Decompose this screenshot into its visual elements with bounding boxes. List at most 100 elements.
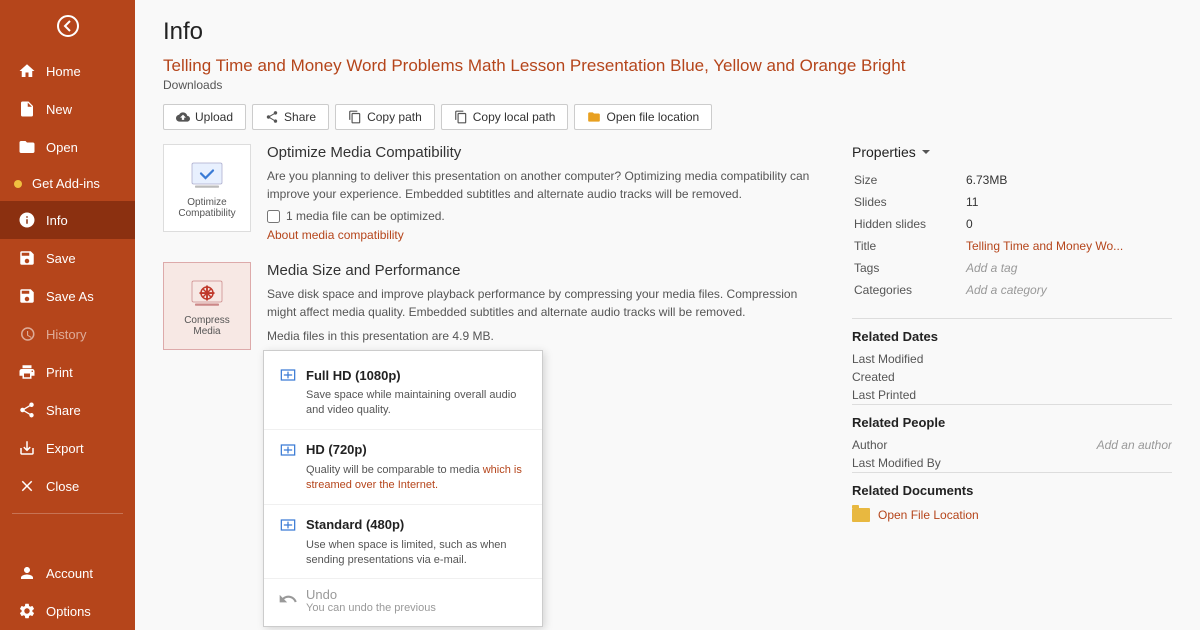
author-label: Author <box>852 438 887 452</box>
prop-row-size: Size 6.73MB <box>854 170 1170 190</box>
upload-label: Upload <box>195 110 233 124</box>
sidebar-item-options[interactable]: Options <box>0 592 135 630</box>
prop-row-slides: Slides 11 <box>854 192 1170 212</box>
sidebar-item-open[interactable]: Open <box>0 128 135 166</box>
properties-table: Size 6.73MB Slides 11 Hidden slides 0 Ti… <box>852 168 1172 302</box>
sidebar-item-save-as[interactable]: Save As <box>0 277 135 315</box>
sidebar-item-home[interactable]: Home <box>0 52 135 90</box>
fullhd-title: Full HD (1080p) <box>306 368 401 383</box>
dot-indicator <box>14 180 22 188</box>
share-button[interactable]: Share <box>252 104 329 130</box>
prop-row-title: Title Telling Time and Money Wo... <box>854 236 1170 256</box>
copy-local-path-button[interactable]: Copy local path <box>441 104 569 130</box>
main-content: Info Telling Time and Money Word Problem… <box>135 0 1200 630</box>
row-last-printed: Last Printed <box>852 386 1172 404</box>
last-modified-by-label: Last Modified By <box>852 456 941 470</box>
sidebar-item-get-addins[interactable]: Get Add-ins <box>0 166 135 201</box>
sidebar-item-share[interactable]: Share <box>0 391 135 429</box>
open-file-location-link[interactable]: Open File Location <box>852 508 1172 522</box>
copy-path-label: Copy path <box>367 110 422 124</box>
prop-label-slides: Slides <box>854 192 964 212</box>
related-people-header: Related People <box>852 404 1172 430</box>
properties-header: Properties <box>852 144 1172 160</box>
related-documents: Open File Location <box>852 508 1172 522</box>
document-title: Telling Time and Money Word Problems Mat… <box>163 56 1172 76</box>
title-link[interactable]: Telling Time and Money Wo... <box>966 239 1123 253</box>
sidebar-account-label: Account <box>46 566 93 581</box>
prop-value-title: Telling Time and Money Wo... <box>966 236 1170 256</box>
compress-option-fullhd[interactable]: Full HD (1080p) Save space while maintai… <box>264 355 542 430</box>
related-docs-header: Related Documents <box>852 472 1172 498</box>
sidebar-saveas-label: Save As <box>46 289 94 304</box>
standard-header: Standard (480p) <box>278 515 528 535</box>
media-size-title: Media Size and Performance <box>267 262 816 279</box>
undo-title: Undo <box>306 587 436 602</box>
optimize-icon-text2: Compatibility <box>178 208 235 219</box>
optimize-icon-text: Optimize <box>187 197 226 208</box>
sidebar-item-new[interactable]: New <box>0 90 135 128</box>
internet-link[interactable]: which is streamed over the Internet. <box>306 464 522 491</box>
document-subtitle: Downloads <box>163 78 1172 92</box>
open-file-location-button[interactable]: Open file location <box>574 104 712 130</box>
sidebar-print-label: Print <box>46 365 73 380</box>
sidebar-item-history[interactable]: History <box>0 315 135 353</box>
sidebar-item-close[interactable]: Close <box>0 467 135 505</box>
compress-icon[interactable]: Compress Media <box>163 262 251 350</box>
prop-value-tags[interactable]: Add a tag <box>966 258 1170 278</box>
compress-dropdown: Full HD (1080p) Save space while maintai… <box>263 350 543 627</box>
prop-value-categories[interactable]: Add a category <box>966 280 1170 300</box>
prop-row-hidden: Hidden slides 0 <box>854 214 1170 234</box>
folder-icon <box>852 508 870 522</box>
media-size-desc: Save disk space and improve playback per… <box>267 285 816 321</box>
sidebar-share-label: Share <box>46 403 81 418</box>
compress-option-standard[interactable]: Standard (480p) Use when space is limite… <box>264 505 542 580</box>
prop-value-size: 6.73MB <box>966 170 1170 190</box>
properties-title: Properties <box>852 144 916 160</box>
page-title: Info <box>163 18 1172 46</box>
sidebar-export-label: Export <box>46 441 84 456</box>
hd-header: HD (720p) <box>278 440 528 460</box>
sidebar-item-export[interactable]: Export <box>0 429 135 467</box>
row-last-modified: Last Modified <box>852 350 1172 368</box>
prop-value-hidden: 0 <box>966 214 1170 234</box>
compress-option-hd[interactable]: HD (720p) Quality will be comparable to … <box>264 430 542 505</box>
sidebar-new-label: New <box>46 102 72 117</box>
copy-path-button[interactable]: Copy path <box>335 104 435 130</box>
upload-button[interactable]: Upload <box>163 104 246 130</box>
fullhd-header: Full HD (1080p) <box>278 365 528 385</box>
prop-label-title: Title <box>854 236 964 256</box>
prop-label-tags: Tags <box>854 258 964 278</box>
sidebar-addins-label: Get Add-ins <box>32 176 100 191</box>
author-value[interactable]: Add an author <box>1097 438 1172 452</box>
sidebar-item-save[interactable]: Save <box>0 239 135 277</box>
media-size-note: Media files in this presentation are 4.9… <box>267 327 816 345</box>
sidebar-open-label: Open <box>46 140 78 155</box>
info-header: Info Telling Time and Money Word Problem… <box>135 0 1200 144</box>
undo-text: Undo You can undo the previous <box>306 587 436 614</box>
about-media-compat-link[interactable]: About media compatibility <box>267 228 404 242</box>
sidebar-item-info[interactable]: Info <box>0 201 135 239</box>
fullhd-desc: Save space while maintaining overall aud… <box>278 388 528 419</box>
back-button[interactable] <box>0 0 135 52</box>
optimize-body: Optimize Media Compatibility Are you pla… <box>267 144 816 242</box>
standard-title: Standard (480p) <box>306 517 404 532</box>
sidebar-item-print[interactable]: Print <box>0 353 135 391</box>
prop-label-size: Size <box>854 170 964 190</box>
related-dates-header: Related Dates <box>852 318 1172 344</box>
optimize-card: Optimize Compatibility Optimize Media Co… <box>163 144 816 242</box>
chevron-down-icon <box>920 146 932 158</box>
open-file-location-label: Open file location <box>606 110 699 124</box>
prop-label-hidden: Hidden slides <box>854 214 964 234</box>
right-panel: Properties Size 6.73MB Slides 11 Hidden … <box>852 144 1172 630</box>
row-last-modified-by: Last Modified By <box>852 454 1172 472</box>
share-label: Share <box>284 110 316 124</box>
sidebar-close-label: Close <box>46 479 79 494</box>
compress-icon-text2: Media <box>193 326 220 337</box>
sidebar-item-account[interactable]: Account <box>0 554 135 592</box>
hd-desc: Quality will be comparable to media whic… <box>278 463 528 494</box>
optimize-checkbox[interactable] <box>267 210 280 223</box>
copy-local-path-label: Copy local path <box>473 110 556 124</box>
undo-option[interactable]: Undo You can undo the previous <box>264 579 542 622</box>
hd-title: HD (720p) <box>306 442 367 457</box>
prop-row-categories: Categories Add a category <box>854 280 1170 300</box>
